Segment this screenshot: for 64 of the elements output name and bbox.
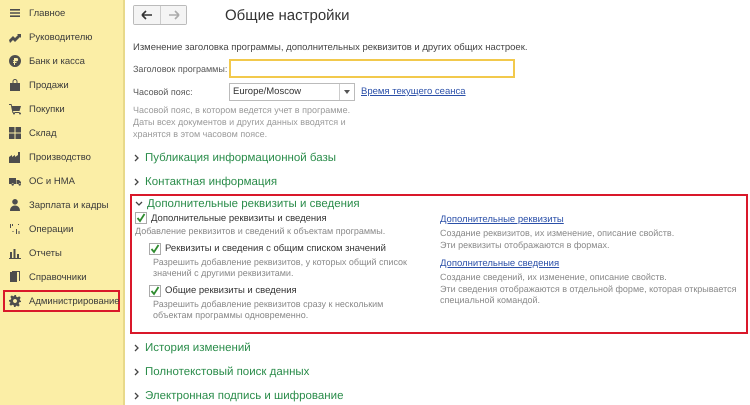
bag-icon xyxy=(9,79,21,91)
link-description: Создание сведений, их изменение, описание свойств. Эти сведения отображаются в отдельной форме, которая открывается специальной командой. xyxy=(440,272,738,306)
sidebar-item[interactable]: Банк и касса xyxy=(3,50,120,72)
trend-icon xyxy=(9,31,21,43)
cart-icon xyxy=(9,103,21,115)
section-header[interactable]: История изменений xyxy=(133,336,745,360)
bar-chart-icon xyxy=(9,247,21,259)
program-title-field[interactable] xyxy=(229,59,515,78)
checkmark-icon xyxy=(136,213,146,223)
back-button[interactable] xyxy=(134,6,160,24)
factory-icon xyxy=(9,151,21,163)
timezone-hint: Часовой пояс, в котором ведется учет в программе. Даты всех документов и других данных вводятся и хранятся в этом часовом поясе. xyxy=(133,104,352,140)
field-label: Заголовок программы: xyxy=(133,64,228,74)
section-header[interactable]: Дополнительные реквизиты и сведения xyxy=(135,197,743,211)
option-description: Добавление реквизитов и сведений к объектам программы. xyxy=(135,226,386,238)
chevron-right-icon xyxy=(133,154,141,162)
sidebar-item[interactable]: Руководителю xyxy=(3,26,120,48)
checkbox-label: Общие реквизиты и сведения xyxy=(165,285,297,296)
checkmark-icon xyxy=(150,286,160,296)
option-description: Разрешить добавление реквизитов, у которых общий список значений с другими реквизитами. xyxy=(152,256,408,280)
link-description: Создание реквизитов, их изменение, описание свойств. Эти реквизиты отображаются в формах. xyxy=(440,228,676,251)
section-header[interactable]: Полнотекстовый поиск данных xyxy=(133,360,745,384)
settings-link[interactable]: Дополнительные сведения xyxy=(440,258,560,269)
back-arrow-icon xyxy=(141,10,153,20)
checkbox-label: Реквизиты и сведения с общим списком значений xyxy=(165,243,386,254)
menu-icon xyxy=(9,7,21,19)
checkbox-label: Дополнительные реквизиты и сведения xyxy=(151,212,327,224)
truck-icon xyxy=(9,175,21,187)
sidebar-item[interactable]: ОС и НМА xyxy=(3,170,120,192)
sidebar-item[interactable]: Отчеты xyxy=(3,242,120,264)
sidebar-item[interactable]: Продажи xyxy=(3,74,120,96)
section-header[interactable]: Контактная информация xyxy=(133,170,745,194)
chevron-right-icon xyxy=(133,344,141,352)
dropdown-caret-icon xyxy=(344,90,350,94)
field-label: Часовой пояс: xyxy=(133,86,194,96)
sidebar-item[interactable]: Операции xyxy=(3,218,120,240)
sidebar-item[interactable]: Производство xyxy=(3,146,120,168)
chevron-down-icon xyxy=(135,200,143,208)
section-header[interactable]: Публикация информационной базы xyxy=(133,146,745,170)
session-time-link[interactable]: Время текущего сеанса xyxy=(361,86,466,97)
sidebar-item[interactable]: Склад xyxy=(3,122,120,144)
book-icon xyxy=(9,271,21,283)
sidebar-item[interactable]: Покупки xyxy=(3,98,120,120)
forward-arrow-icon xyxy=(168,10,180,20)
sidebar-item[interactable]: Главное xyxy=(3,2,120,24)
section-header[interactable]: Электронная подпись и шифрование xyxy=(133,384,745,405)
person-icon xyxy=(9,199,21,211)
chevron-right-icon xyxy=(133,392,141,400)
coin-icon xyxy=(9,55,21,67)
sidebar-item[interactable]: Зарплата и кадры xyxy=(3,194,120,216)
checkmark-icon xyxy=(150,244,160,254)
timezone-dropdown[interactable]: Europe/Moscow xyxy=(229,82,355,100)
option-description: Разрешить добавление реквизитов сразу к нескольким объектам программы одновременно. xyxy=(152,298,384,322)
checkbox[interactable] xyxy=(149,284,161,296)
chevron-right-icon xyxy=(133,178,141,186)
settings-link[interactable]: Дополнительные реквизиты xyxy=(440,214,564,225)
page-title: Общие настройки xyxy=(225,6,350,24)
chevron-right-icon xyxy=(133,368,141,376)
description-text: Изменение заголовка программы, дополнительных реквизитов и других общих настроек. xyxy=(133,42,529,53)
checkbox[interactable] xyxy=(149,242,161,254)
sidebar-item[interactable]: Справочники xyxy=(3,266,120,288)
checkbox[interactable] xyxy=(135,212,147,224)
settings-icon xyxy=(9,295,21,307)
grid-icon xyxy=(9,127,21,139)
